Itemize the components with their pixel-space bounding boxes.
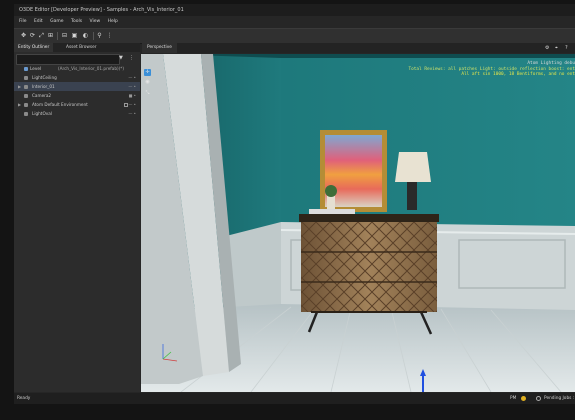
title-bar: O3DE Editor [Developer Preview] - Sample… — [14, 4, 575, 16]
orbit-tool-icon[interactable]: ◉ — [144, 79, 151, 86]
entity-icon — [24, 84, 28, 89]
options-icon[interactable]: ⋮ — [129, 54, 134, 62]
menu-edit[interactable]: Edit — [34, 17, 43, 26]
expand-arrow-icon[interactable]: ▶ — [18, 82, 21, 91]
toolbar-divider — [93, 32, 94, 40]
hud-line: All aft sin 1000, 18 Bentiforms, and no … — [461, 72, 575, 78]
search-icon[interactable]: ⚲ — [96, 32, 103, 39]
dresser-top — [299, 214, 439, 222]
grid-icon[interactable]: ⊟ — [61, 32, 68, 39]
asset-processor-icon[interactable] — [521, 396, 526, 401]
gizmo-icon[interactable]: ⌖ — [555, 44, 558, 52]
help-icon[interactable]: ? — [565, 44, 568, 52]
visibility-lock-icons[interactable]: — • — [128, 73, 136, 82]
window-title: O3DE Editor [Developer Preview] - Sample… — [19, 7, 184, 13]
main-toolbar: ✥ ⟳ ⤢ ⊞ ⊟ ▣ ◐ ⚲ ⋮ — [14, 28, 575, 44]
lamp-shade — [395, 152, 431, 182]
menu-view[interactable]: View — [90, 17, 101, 26]
editor-window: O3DE Editor [Developer Preview] - Sample… — [14, 4, 575, 404]
visibility-lock-icons[interactable]: ■ • — [129, 91, 136, 100]
level-icon — [24, 66, 28, 71]
status-mode: PM — [510, 396, 517, 401]
visibility-lock-icons[interactable]: — • — [128, 82, 136, 91]
expand-arrow-icon[interactable]: ▶ — [18, 100, 21, 109]
tab-perspective[interactable]: Perspective — [142, 43, 177, 53]
menu-game[interactable]: Game — [50, 17, 63, 26]
entity-icon — [24, 75, 28, 80]
pan-tool-icon[interactable]: ⤡ — [144, 90, 151, 97]
outliner-search-row: ▼ ⋮ — [16, 54, 138, 65]
move-icon[interactable]: ✥ — [20, 32, 27, 39]
vase — [327, 196, 335, 210]
lamp-base — [407, 182, 417, 210]
menu-help[interactable]: Help — [108, 17, 118, 26]
camera-icon[interactable]: ▣ — [71, 32, 78, 39]
tab-entity-outliner[interactable]: Entity Outliner — [14, 43, 54, 52]
tree-item-label: Atom Default Environment — [32, 102, 88, 107]
render-icon[interactable]: ◐ — [82, 32, 89, 39]
scene-render — [141, 54, 575, 392]
panel-tabs: Entity Outliner Asset Browser — [14, 43, 140, 52]
menu-file[interactable]: File — [19, 17, 27, 26]
camera-speed-icon[interactable]: ⚙ — [545, 44, 549, 52]
3d-viewport[interactable]: ✛ ◉ ⤡ Atom Lighting debu Total Reviews: … — [141, 54, 575, 392]
debug-overlay: Atom Lighting debu Total Reviews: all pa… — [408, 61, 575, 78]
entity-icon — [24, 111, 28, 116]
tree-item-label: Camera2 — [32, 93, 52, 98]
visibility-lock-icons[interactable]: — • — [128, 100, 136, 109]
filter-icon[interactable]: ▼ — [119, 54, 123, 62]
tree-item-atom-default-environment[interactable]: ▶ Atom Default Environment — • — [14, 100, 140, 109]
toolbar-divider — [57, 32, 58, 40]
status-bar: Ready PM Pending Jobs : 0 Failed — [14, 393, 575, 404]
tree-item-label: Interior_01 — [32, 84, 55, 89]
entity-icon — [24, 102, 28, 107]
tree-item-suffix: (Arch_Vis_Interior_01.prefab)(*) — [58, 66, 124, 71]
entity-tree: Level (Arch_Vis_Interior_01.prefab)(*) L… — [14, 64, 140, 118]
tree-item-lightoval[interactable]: LightOval — • — [14, 109, 140, 118]
menu-bar: File Edit Game Tools View Help — [14, 17, 575, 26]
tree-item-label: Level — [30, 66, 42, 71]
connection-icon[interactable] — [536, 396, 541, 401]
visibility-lock-icons[interactable]: — • — [128, 109, 136, 118]
snap-icon[interactable]: ⊞ — [47, 32, 54, 39]
tree-item-interior-01[interactable]: ▶ Interior_01 — • — [14, 82, 140, 91]
scale-icon[interactable]: ⤢ — [38, 32, 45, 39]
status-text: Ready — [17, 396, 31, 401]
more-icon[interactable]: ⋮ — [106, 32, 113, 39]
pending-jobs: Pending Jobs : 0 Failed — [544, 396, 575, 401]
tree-item-camera2[interactable]: Camera2 ■ • — [14, 91, 140, 100]
tree-item-level[interactable]: Level (Arch_Vis_Interior_01.prefab)(*) — [14, 64, 140, 73]
tree-item-lightceiling[interactable]: LightCeiling — • — [14, 73, 140, 82]
menu-tools[interactable]: Tools — [71, 17, 82, 26]
rotate-icon[interactable]: ⟳ — [29, 32, 36, 39]
tree-item-label: LightCeiling — [32, 75, 57, 80]
entity-icon — [24, 93, 28, 98]
select-tool-icon[interactable]: ✛ — [144, 69, 151, 76]
viewport-tab-bar: Perspective ⚙ ⌖ ? — [142, 43, 575, 53]
tree-item-label: LightOval — [32, 111, 52, 116]
tab-asset-browser[interactable]: Asset Browser — [62, 43, 101, 52]
entity-outliner-panel: Entity Outliner Asset Browser ▼ ⋮ Level … — [14, 43, 140, 392]
